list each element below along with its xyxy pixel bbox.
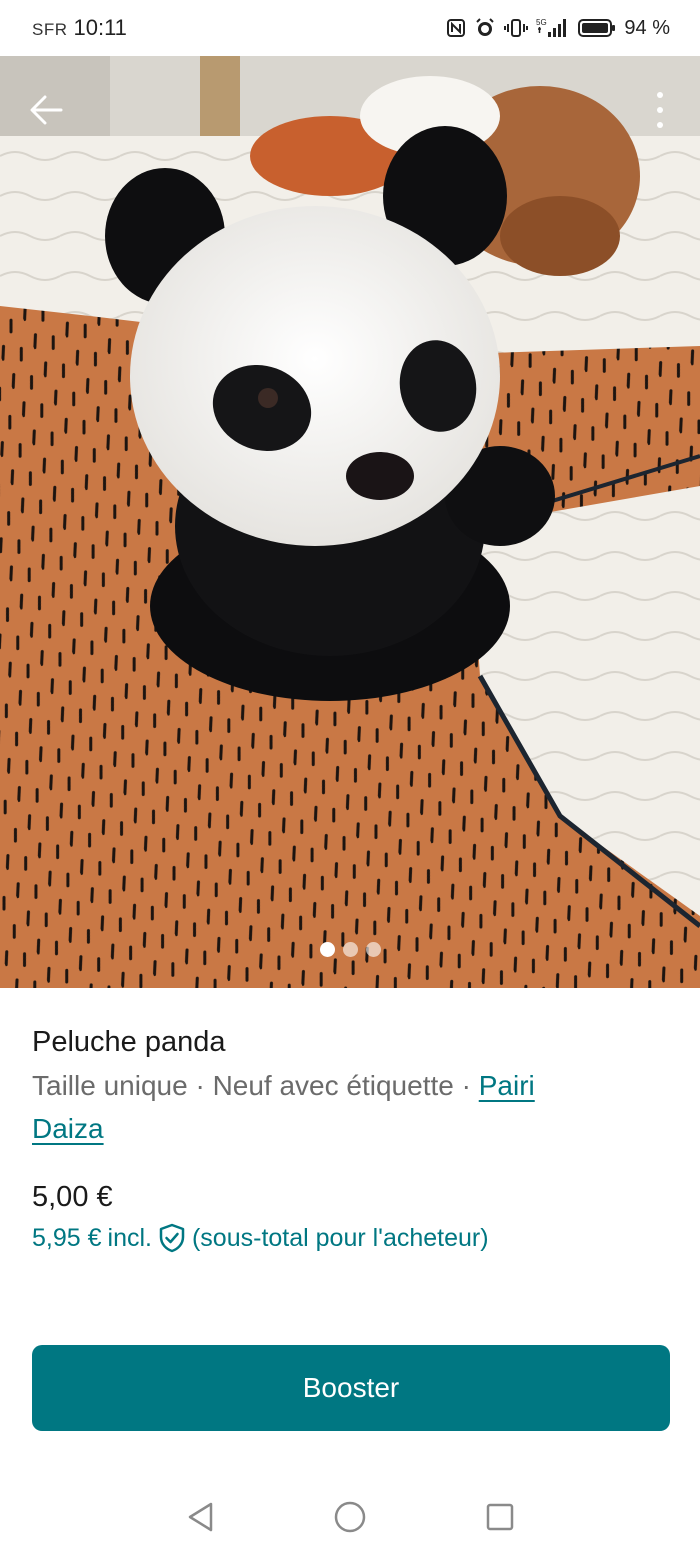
back-arrow-icon — [30, 95, 63, 125]
buyer-price: 5,95 € — [32, 1223, 102, 1252]
carousel-dot-3[interactable] — [365, 942, 381, 957]
circle-home-icon — [334, 1501, 366, 1533]
back-button[interactable] — [26, 90, 66, 130]
vibrate-icon — [504, 18, 529, 38]
panda-plush-photo — [0, 56, 700, 988]
status-left: SFR 10:11 — [32, 15, 127, 41]
carousel-dot-2[interactable] — [342, 942, 358, 957]
buyer-note: (sous-total pour l'acheteur) — [191, 1223, 489, 1252]
clock: 10:11 — [73, 15, 127, 40]
square-recents-icon — [486, 1503, 514, 1531]
triangle-back-icon — [188, 1502, 213, 1532]
separator: · — [461, 1070, 471, 1101]
size-text: Taille unique — [32, 1070, 188, 1101]
more-options-button[interactable] — [650, 88, 670, 132]
status-icons: 5G 94 % — [446, 17, 670, 40]
carrier-name: SFR — [32, 20, 68, 39]
shield-check-icon — [158, 1223, 186, 1253]
nav-recents-button[interactable] — [480, 1497, 520, 1537]
system-navigation-bar — [0, 1478, 700, 1556]
buyer-price-row[interactable]: 5,95 € incl. (sous-total pour l'acheteur… — [32, 1223, 489, 1253]
signal-5g-icon: 5G — [536, 17, 570, 39]
battery-percent: 94 % — [624, 16, 670, 39]
listing-title: Peluche panda — [32, 1026, 226, 1058]
network-label: 5G — [536, 18, 547, 27]
separator: · — [195, 1070, 205, 1101]
product-photo-carousel[interactable] — [0, 56, 700, 988]
carousel-indicator — [0, 942, 700, 957]
status-bar: SFR 10:11 5G 94 % — [0, 0, 700, 56]
battery-icon — [578, 18, 616, 38]
listing-meta: Taille unique · Neuf avec étiquette · Pa… — [32, 1064, 632, 1150]
listing-details: Peluche panda Taille unique · Neuf avec … — [32, 1020, 672, 1150]
condition-text: Neuf avec étiquette — [212, 1070, 454, 1101]
more-vertical-icon — [657, 92, 663, 98]
item-price: 5,00 € — [32, 1181, 113, 1213]
carousel-dot-1[interactable] — [319, 942, 335, 957]
nav-back-button[interactable] — [180, 1497, 220, 1537]
alarm-icon — [474, 17, 496, 39]
incl-label: incl. — [107, 1223, 152, 1252]
nfc-icon — [446, 18, 466, 38]
nav-home-button[interactable] — [330, 1497, 370, 1537]
booster-button[interactable]: Booster — [32, 1345, 670, 1431]
